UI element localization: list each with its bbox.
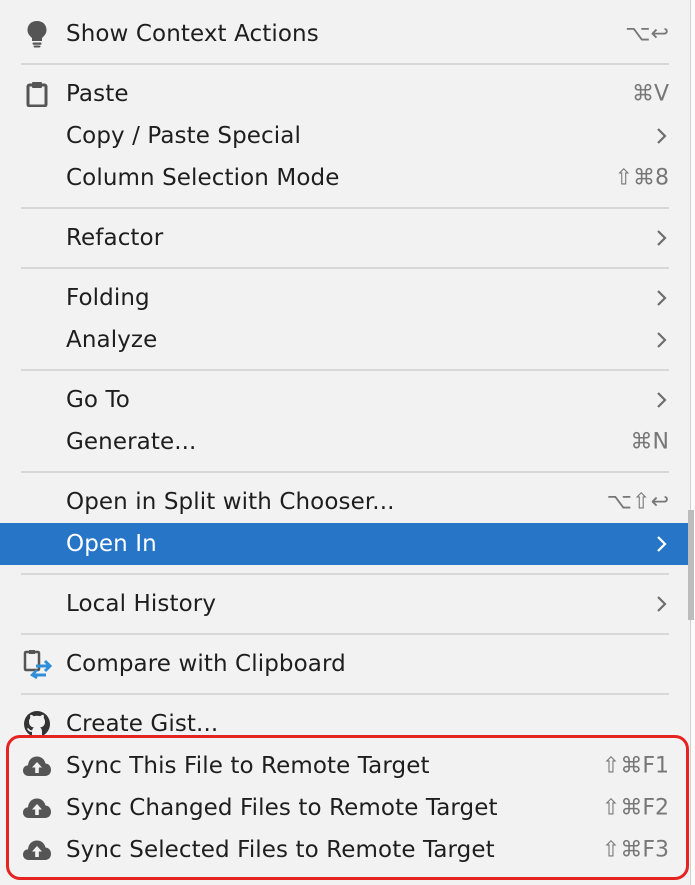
- menu-item-label: Analyze: [66, 327, 158, 353]
- menu-separator: [21, 207, 669, 209]
- menu-item-column-selection-mode[interactable]: Column Selection Mode ⇧⌘8: [0, 157, 690, 199]
- menu-separator: [21, 693, 669, 695]
- chevron-right-icon: [657, 536, 667, 552]
- chevron-right-icon: [657, 596, 667, 612]
- clipboard-icon: [22, 79, 52, 109]
- chevron-right-icon: [657, 128, 667, 144]
- menu-item-label: Column Selection Mode: [66, 165, 340, 191]
- menu-item-label: Show Context Actions: [66, 21, 319, 47]
- menu-item-label: Create Gist...: [66, 711, 219, 737]
- menu-separator: [21, 63, 669, 65]
- menu-separator: [21, 471, 669, 473]
- menu-item-copy-paste-special[interactable]: Copy / Paste Special: [0, 115, 690, 157]
- menu-item-paste[interactable]: Paste ⌘V: [0, 73, 690, 115]
- menu-separator: [21, 267, 669, 269]
- menu-item-label: Open In: [66, 531, 157, 557]
- chevron-right-icon: [657, 392, 667, 408]
- scrollbar-track: [688, 510, 694, 620]
- menu-item-label: Open in Split with Chooser...: [66, 489, 395, 515]
- menu-item-generate[interactable]: Generate... ⌘N: [0, 421, 690, 463]
- menu-item-label: Copy / Paste Special: [66, 123, 301, 149]
- lightbulb-icon: [22, 19, 52, 49]
- menu-item-folding[interactable]: Folding: [0, 277, 690, 319]
- menu-item-go-to[interactable]: Go To: [0, 379, 690, 421]
- context-menu: Show Context Actions ⌥↩ Paste ⌘V Copy / …: [0, 0, 690, 885]
- menu-item-open-in[interactable]: Open In: [0, 523, 690, 565]
- menu-item-label: Go To: [66, 387, 130, 413]
- menu-item-local-history[interactable]: Local History: [0, 583, 690, 625]
- chevron-right-icon: [657, 290, 667, 306]
- compare-clipboard-icon: [22, 649, 52, 679]
- menu-item-analyze[interactable]: Analyze: [0, 319, 690, 361]
- menu-item-label: Generate...: [66, 429, 197, 455]
- menu-item-refactor[interactable]: Refactor: [0, 217, 690, 259]
- menu-separator: [21, 573, 669, 575]
- menu-item-label: Paste: [66, 81, 129, 107]
- window-edge: [690, 0, 695, 885]
- annotation-highlight-box: [6, 735, 689, 880]
- menu-item-show-context-actions[interactable]: Show Context Actions ⌥↩: [0, 13, 690, 55]
- shortcut-label: ⌘N: [630, 429, 669, 455]
- menu-item-label: Refactor: [66, 225, 164, 251]
- menu-item-open-in-split[interactable]: Open in Split with Chooser... ⌥⇧↩: [0, 481, 690, 523]
- chevron-right-icon: [657, 230, 667, 246]
- shortcut-label: ⌥⇧↩: [606, 489, 669, 515]
- menu-item-compare-with-clipboard[interactable]: Compare with Clipboard: [0, 643, 690, 685]
- menu-separator: [21, 369, 669, 371]
- shortcut-label: ⇧⌘8: [614, 165, 669, 191]
- chevron-right-icon: [657, 332, 667, 348]
- menu-separator: [21, 633, 669, 635]
- menu-item-label: Local History: [66, 591, 217, 617]
- menu-item-label: Folding: [66, 285, 150, 311]
- menu-item-label: Compare with Clipboard: [66, 651, 346, 677]
- shortcut-label: ⌥↩: [625, 21, 669, 47]
- shortcut-label: ⌘V: [631, 81, 669, 107]
